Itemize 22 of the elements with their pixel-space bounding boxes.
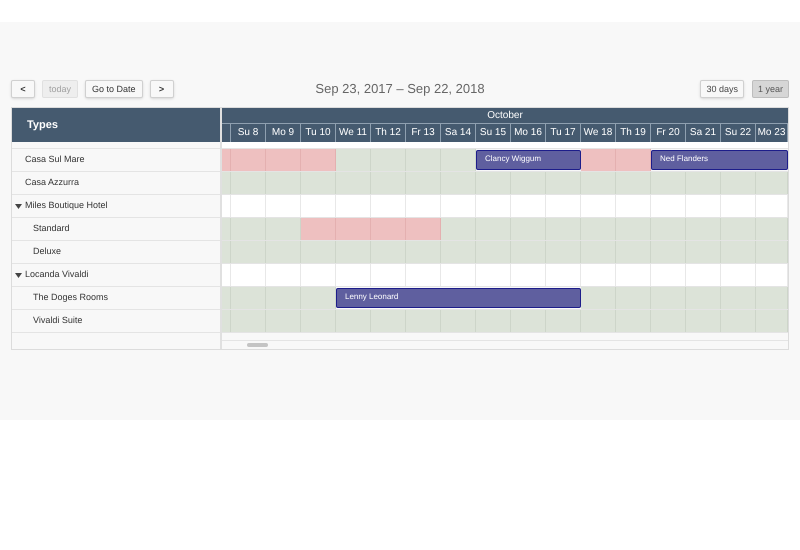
- booking-bar[interactable]: Ned Flanders: [651, 150, 788, 170]
- previous-button[interactable]: <: [11, 80, 35, 98]
- resource-name: Casa Azzurra: [25, 176, 80, 190]
- booking-bar[interactable]: Clancy Wiggum: [476, 150, 581, 170]
- expand-triangle-icon[interactable]: [15, 202, 22, 210]
- next-button[interactable]: >: [150, 80, 174, 98]
- resource-name: Vivaldi Suite: [33, 314, 82, 328]
- go-to-date-button[interactable]: Go to Date: [85, 80, 143, 98]
- column-header: Types: [12, 108, 220, 142]
- resource-name: Miles Boutique Hotel: [25, 199, 108, 212]
- booking-bar[interactable]: Lenny Leonard: [336, 288, 581, 308]
- resource-name: Locanda Vivaldi: [25, 268, 88, 282]
- date-range-title: Sep 23, 2017 – Sep 22, 2018: [315, 81, 485, 96]
- resource-name: Standard: [33, 222, 70, 236]
- expand-triangle-icon[interactable]: [15, 272, 22, 278]
- view-button[interactable]: 1 year: [752, 80, 789, 98]
- resource-name: Deluxe: [33, 245, 62, 258]
- resource-name: Casa Sul Mare: [25, 153, 85, 166]
- resource-name: The Doges Rooms: [33, 291, 108, 304]
- view-button[interactable]: 30 days: [700, 80, 744, 98]
- month-header: October: [222, 108, 788, 124]
- scrollbar-thumb[interactable]: [247, 343, 268, 347]
